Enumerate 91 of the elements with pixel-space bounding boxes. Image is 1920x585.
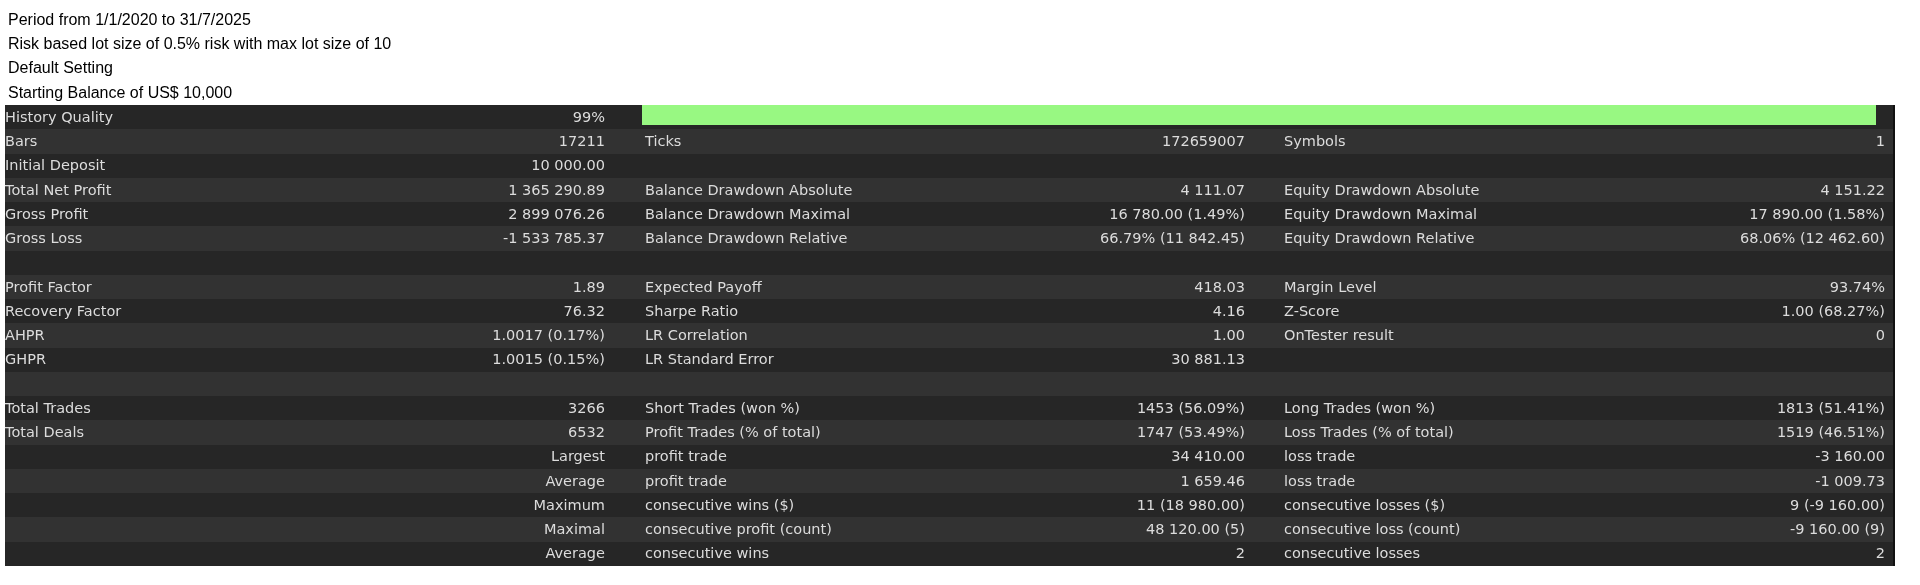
stat-label: consecutive wins [645, 545, 770, 562]
stat-value: 3266 [568, 399, 605, 416]
stat-value: 10 000.00 [531, 157, 605, 174]
stat-label: consecutive profit (count) [645, 521, 832, 538]
report-note: Risk based lot size of 0.5% risk with max lot size of 10 [8, 34, 392, 55]
stat-value: 1.89 [572, 278, 605, 295]
stat-value: 172659007 [1161, 133, 1245, 150]
stat-value: 34 410.00 [1171, 448, 1245, 465]
stat-label: loss trade [1284, 472, 1356, 489]
stat-value: 1.00 [1212, 327, 1245, 344]
stat-value: 17211 [558, 133, 605, 150]
stat-label: Balance Drawdown Absolute [645, 181, 853, 198]
stat-label: Total Deals [5, 424, 85, 441]
stat-value: -1 009.73 [1815, 472, 1885, 489]
stat-value: 17 890.00 (1.58%) [1749, 205, 1885, 222]
stat-value: 1.0017 (0.17%) [492, 327, 605, 344]
stat-label: Gross Loss [5, 230, 83, 247]
stat-value: Maximal [543, 521, 605, 538]
stat-label: profit trade [645, 448, 727, 465]
stat-label: consecutive losses ($) [1284, 496, 1446, 513]
stat-label: Gross Profit [5, 205, 89, 222]
stat-value: 1813 (51.41%) [1776, 399, 1885, 416]
stat-label: Balance Drawdown Maximal [645, 205, 851, 222]
stat-label: Margin Level [1284, 278, 1377, 295]
stat-label: Loss Trades (% of total) [1284, 424, 1454, 441]
stat-value: 30 881.13 [1171, 351, 1245, 368]
stat-label: Short Trades (won %) [645, 399, 800, 416]
stat-value: 2 [1875, 545, 1885, 562]
stat-value: 68.06% (12 462.60) [1740, 230, 1885, 247]
stat-label: Ticks [645, 133, 682, 150]
stat-value: -1 533 785.37 [502, 230, 605, 247]
stat-label: Total Net Profit [5, 181, 112, 198]
stat-label: consecutive losses [1284, 545, 1420, 562]
report-note: Default Setting [8, 58, 113, 79]
stat-value: 66.79% (11 842.45) [1100, 230, 1245, 247]
stat-value: 76.32 [563, 302, 605, 319]
stat-value: 1747 (53.49%) [1136, 424, 1245, 441]
stat-label: Profit Trades (% of total) [645, 424, 821, 441]
stat-label: consecutive wins ($) [645, 496, 795, 513]
stat-value: 1453 (56.09%) [1136, 399, 1245, 416]
stat-value: 16 780.00 (1.49%) [1109, 205, 1245, 222]
stat-label: Recovery Factor [5, 302, 122, 319]
stat-value: Maximum [533, 496, 605, 513]
stat-value: 6532 [568, 424, 605, 441]
stat-value: 93.74% [1829, 278, 1885, 295]
stat-label: Balance Drawdown Relative [645, 230, 848, 247]
stat-label: GHPR [5, 351, 46, 368]
stat-label: OnTester result [1284, 327, 1394, 344]
stat-value: 1 [1875, 133, 1885, 150]
stat-label: Profit Factor [5, 278, 92, 295]
stat-label: LR Standard Error [645, 351, 774, 368]
stat-value: 9 (-9 160.00) [1790, 496, 1885, 513]
stat-value: 1.00 (68.27%) [1781, 302, 1885, 319]
stat-value: 418.03 [1194, 278, 1245, 295]
stat-value: -3 160.00 [1815, 448, 1885, 465]
stat-value: Average [545, 545, 605, 562]
stat-label: consecutive loss (count) [1284, 521, 1461, 538]
stat-value: Average [545, 472, 605, 489]
stat-label: Symbols [1284, 133, 1346, 150]
stat-label: LR Correlation [645, 327, 748, 344]
stat-label: AHPR [5, 327, 45, 344]
stat-label: Equity Drawdown Maximal [1284, 205, 1478, 222]
report-note: Starting Balance of US$ 10,000 [8, 82, 233, 103]
stat-label: Initial Deposit [5, 157, 106, 174]
stat-label: Bars [5, 133, 38, 150]
stat-label: Long Trades (won %) [1284, 399, 1436, 416]
stat-value: 4.16 [1212, 302, 1245, 319]
stat-label: Z-Score [1284, 302, 1340, 319]
stat-label: Sharpe Ratio [645, 302, 739, 319]
stat-label: Equity Drawdown Relative [1284, 230, 1475, 247]
stat-label: profit trade [645, 472, 727, 489]
stat-value: 11 (18 980.00) [1136, 496, 1245, 513]
stat-label: Equity Drawdown Absolute [1284, 181, 1480, 198]
stat-value: 1.0015 (0.15%) [492, 351, 605, 368]
stat-value: 4 151.22 [1820, 181, 1885, 198]
stat-value: 0 [1875, 327, 1885, 344]
stat-value: 2 [1235, 545, 1245, 562]
stat-value: 4 111.07 [1180, 181, 1245, 198]
stat-value: 1 659.46 [1180, 472, 1245, 489]
stat-value: 48 120.00 (5) [1146, 521, 1245, 538]
stat-value: 2 899 076.26 [508, 205, 605, 222]
stat-value: -9 160.00 (9) [1790, 521, 1885, 538]
stat-label: History Quality [5, 108, 113, 125]
stat-value: 1519 (46.51%) [1776, 424, 1885, 441]
stat-value: 99% [572, 108, 605, 125]
report-note: Period from 1/1/2020 to 31/7/2025 [8, 10, 251, 30]
stat-value: 1 365 290.89 [508, 181, 605, 198]
stat-label: Expected Payoff [645, 278, 762, 295]
stat-value: Largest [550, 448, 605, 465]
stat-label: loss trade [1284, 448, 1356, 465]
stat-label: Total Trades [5, 399, 91, 416]
